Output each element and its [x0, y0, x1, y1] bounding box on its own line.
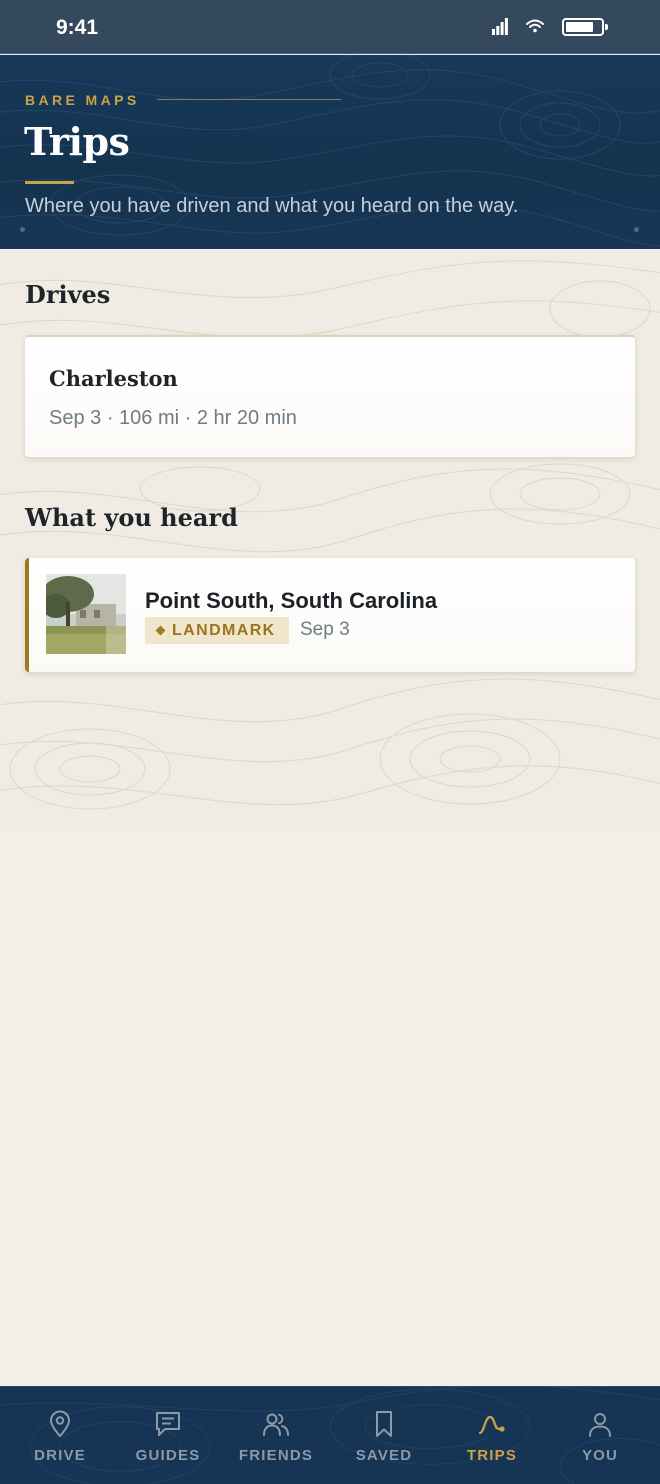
nav-trips[interactable]: TRIPS: [438, 1387, 546, 1484]
brand-name: BARE MAPS: [25, 92, 140, 108]
person-icon: [589, 1413, 611, 1437]
page-header: BARE MAPS Trips Where you have driven an…: [0, 55, 660, 249]
landmark-thumbnail: [46, 574, 126, 654]
nav-label: YOU: [581, 1447, 619, 1464]
friends-icon: [263, 1413, 289, 1436]
corner-dot: [634, 227, 639, 232]
nav-label: SAVED: [355, 1447, 413, 1464]
heard-card[interactable]: Point South, South Carolina LANDMARK Sep…: [25, 558, 635, 672]
wifi-icon: [526, 19, 544, 33]
drive-name: Charleston: [49, 366, 178, 391]
diamond-icon: [155, 625, 166, 636]
drive-meta: Sep 3 · 106 mi · 2 hr 20 min: [49, 407, 297, 429]
bottom-nav: DRIVE GUIDES FRIENDS SAVED TRIPS YOU: [0, 1386, 660, 1484]
nav-friends[interactable]: FRIENDS: [222, 1387, 330, 1484]
trips-content: Drives Charleston Sep 3 · 106 mi · 2 hr …: [0, 249, 660, 833]
nav-guides[interactable]: GUIDES: [114, 1387, 222, 1484]
nav-saved[interactable]: SAVED: [330, 1387, 438, 1484]
page-title: Trips: [24, 119, 130, 164]
title-underline: [25, 181, 74, 184]
nav-label: FRIENDS: [238, 1447, 314, 1464]
badge-label: LANDMARK: [172, 622, 276, 639]
nav-label: GUIDES: [135, 1447, 201, 1464]
nav-drive[interactable]: DRIVE: [6, 1387, 114, 1484]
landmark-badge: LANDMARK: [145, 617, 289, 644]
nav-you[interactable]: YOU: [546, 1387, 654, 1484]
guide-icon: [156, 1412, 180, 1436]
corner-dot: [20, 227, 25, 232]
route-icon: [478, 1415, 505, 1435]
heard-date: Sep 3: [300, 619, 350, 640]
map-pin-icon: [50, 1410, 70, 1437]
status-bar: 9:41: [0, 0, 660, 54]
heard-section-title: What you heard: [25, 503, 238, 532]
nav-label: DRIVE: [34, 1447, 86, 1464]
status-time: 9:41: [56, 16, 99, 39]
battery-icon: [562, 18, 608, 36]
nav-label: TRIPS: [466, 1447, 518, 1464]
drive-card[interactable]: Charleston Sep 3 · 106 mi · 2 hr 20 min: [25, 335, 635, 457]
drives-section-title: Drives: [25, 280, 111, 309]
signal-icon: [492, 18, 508, 35]
page-subtitle: Where you have driven and what you heard…: [25, 195, 519, 217]
heard-title: Point South, South Carolina: [145, 588, 438, 613]
brand-divider: [157, 99, 341, 100]
bookmark-icon: [376, 1411, 392, 1437]
